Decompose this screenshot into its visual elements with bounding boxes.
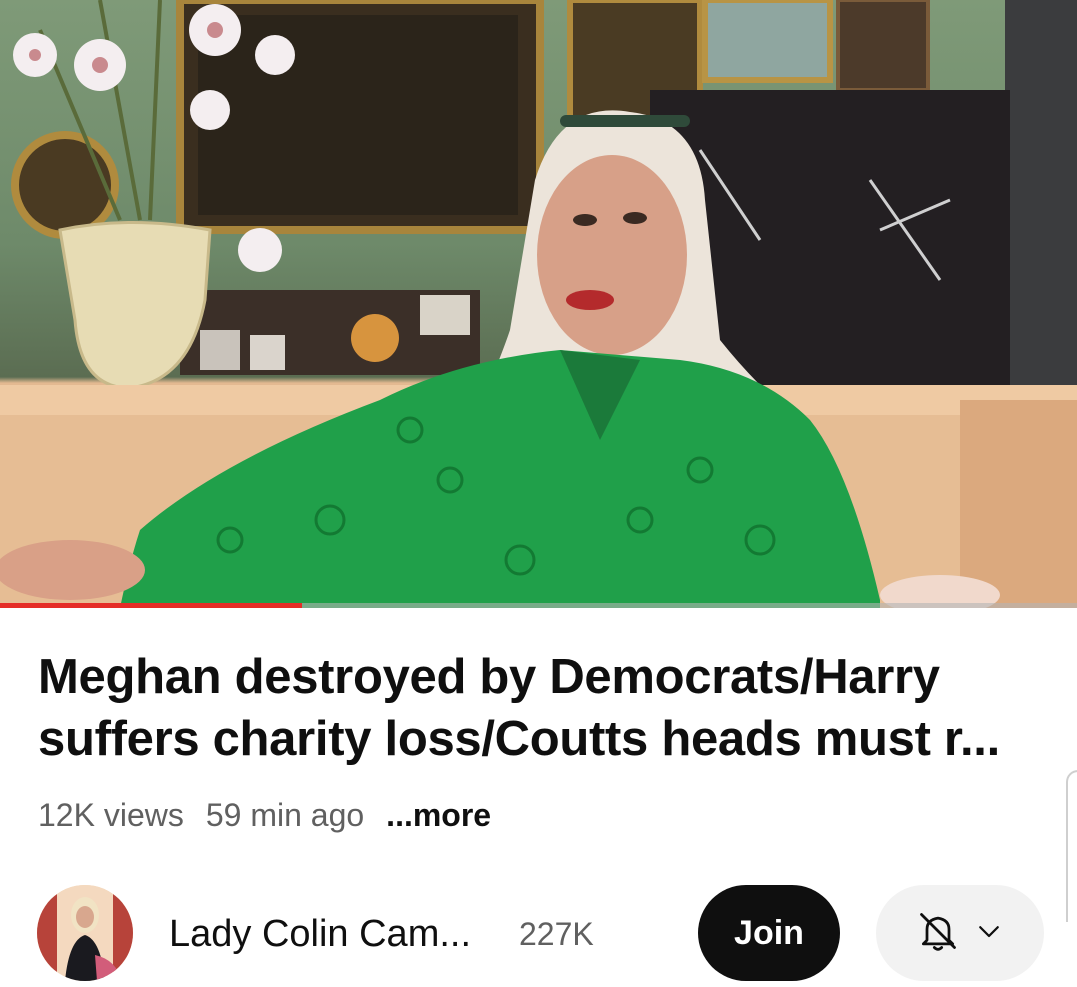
view-count: 12K views xyxy=(38,796,184,833)
upload-age: 59 min ago xyxy=(205,796,365,833)
chevron-down-icon xyxy=(974,916,1004,951)
channel-row: Lady Colin Cam... 227K Join xyxy=(37,885,1047,983)
bell-off-icon xyxy=(916,909,960,958)
channel-avatar[interactable] xyxy=(37,885,133,981)
video-frame-scene xyxy=(0,0,1077,608)
video-title[interactable]: Meghan destroyed by Democrats/Harry suff… xyxy=(38,646,1058,770)
video-player[interactable] xyxy=(0,0,1077,608)
video-progress-fill xyxy=(0,603,302,608)
video-title-line-1: Meghan destroyed by Democrats/Harry xyxy=(38,650,940,704)
avatar-image xyxy=(37,885,133,981)
join-button[interactable]: Join xyxy=(698,885,840,981)
side-panel-edge xyxy=(1066,770,1077,922)
subscriber-count: 227K xyxy=(519,916,594,952)
video-progress-track[interactable] xyxy=(0,603,1077,608)
video-title-line-2: suffers charity loss/Coutts heads must r… xyxy=(38,712,1000,766)
more-link[interactable]: ...more xyxy=(386,797,491,834)
video-metadata[interactable]: 12K views 59 min ago ...more xyxy=(38,792,513,838)
channel-name[interactable]: Lady Colin Cam... xyxy=(169,913,471,956)
subscription-notification-button[interactable] xyxy=(876,885,1044,981)
